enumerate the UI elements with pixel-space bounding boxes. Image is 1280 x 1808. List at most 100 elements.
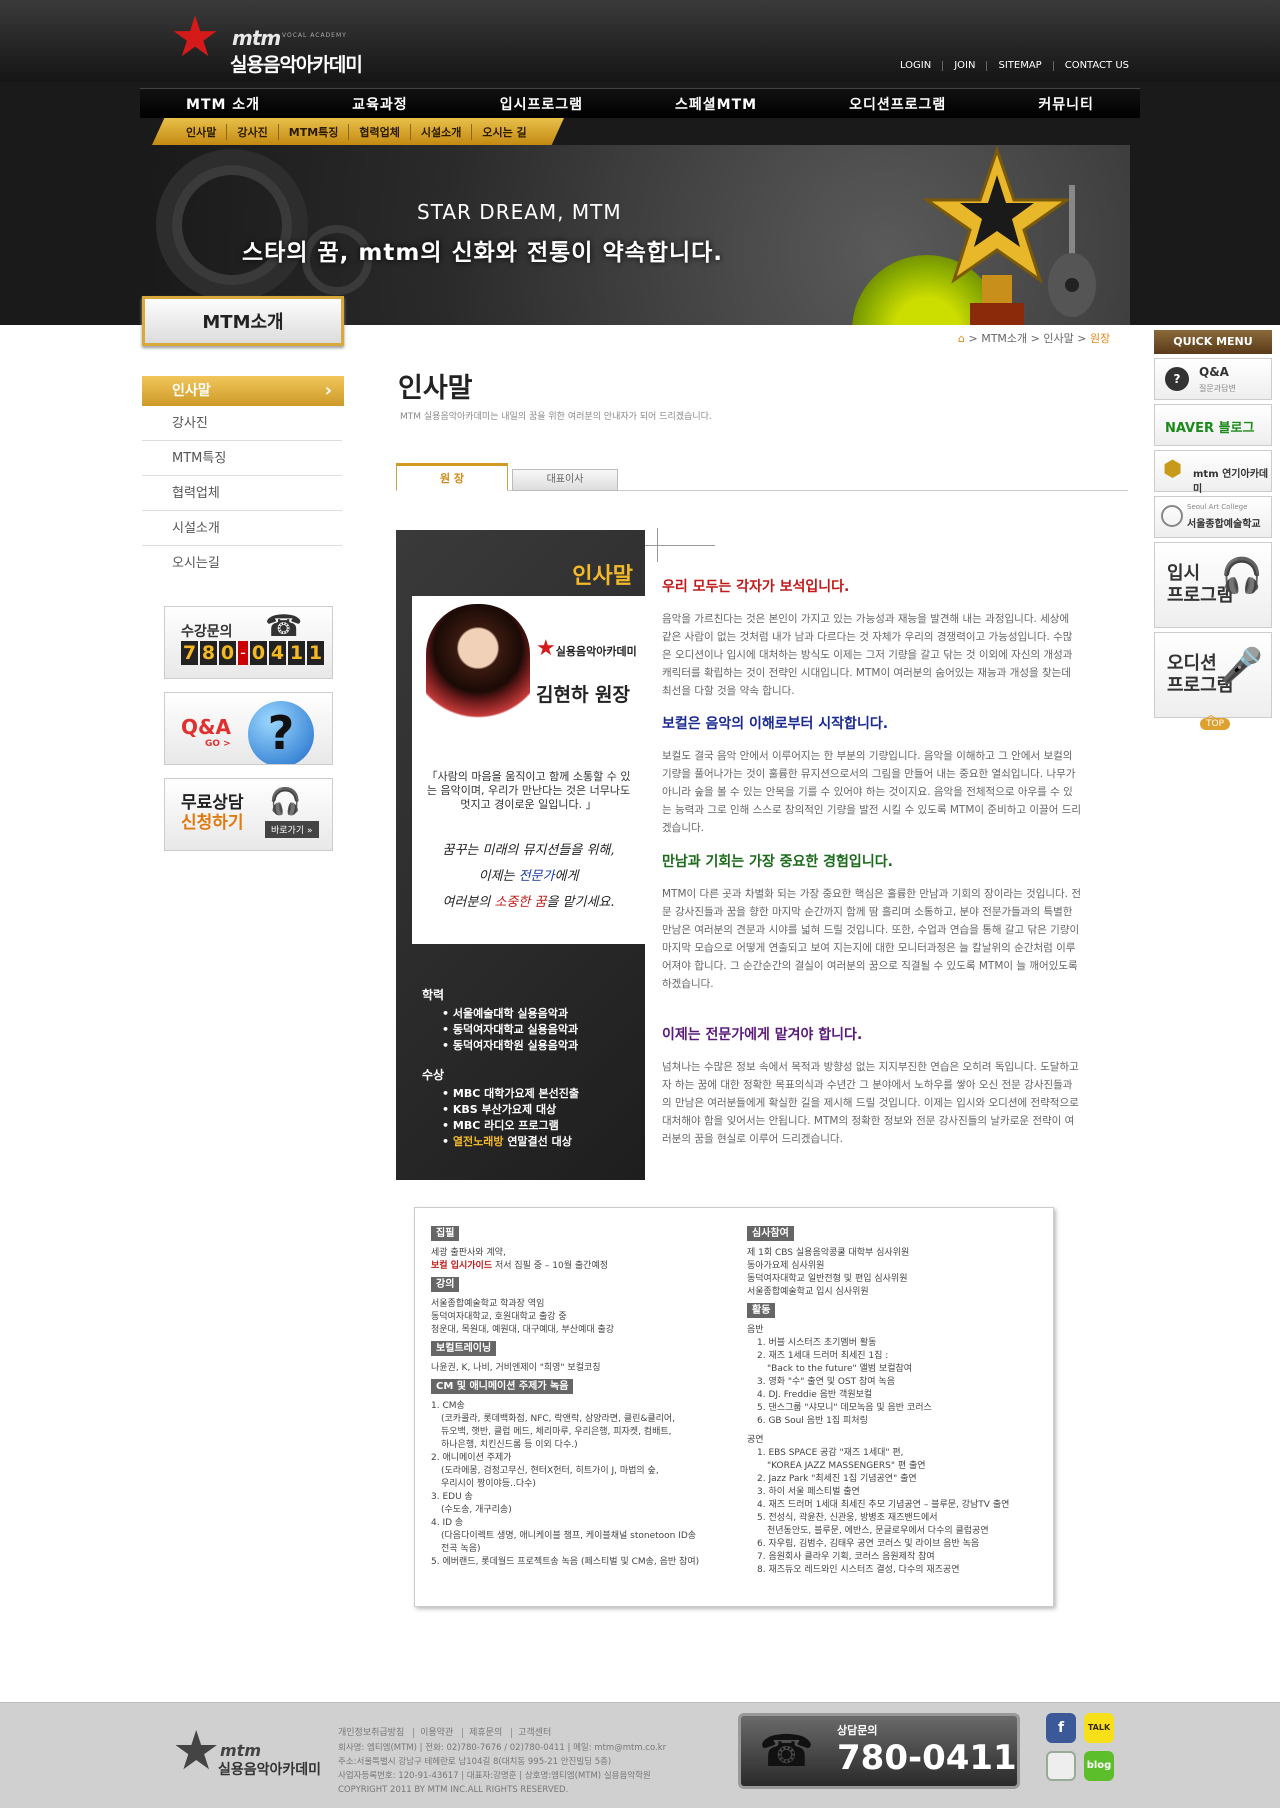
quick-qa-button[interactable]: ? Q&A 질문과답변: [1154, 358, 1272, 400]
director-name: 김현하 원장: [536, 684, 631, 706]
nav-audition[interactable]: 오디션프로그램: [849, 94, 946, 114]
qa-go: GO >: [205, 739, 231, 749]
partnership-link[interactable]: 제휴문의: [462, 1728, 509, 1738]
sidebar-item-features[interactable]: MTM특징: [142, 441, 342, 476]
breadcrumb-item[interactable]: 인사말: [1043, 332, 1073, 345]
sidebar-item-directions[interactable]: 오시는길: [142, 546, 342, 581]
nav-community[interactable]: 커뮤니티: [1038, 94, 1094, 114]
sidebar-item-greeting[interactable]: 인사말: [142, 376, 344, 406]
contact-box[interactable]: 수강문의 ☎ 7 8 0 - 0 4 1 1: [164, 606, 333, 679]
nav-curriculum[interactable]: 교육과정: [352, 94, 408, 114]
guitar-image: [1048, 185, 1096, 317]
question-icon: ?: [1165, 367, 1189, 391]
nav-mtm-intro[interactable]: MTM 소개: [186, 94, 260, 114]
card-logo: ★실용음악아카데미: [536, 636, 637, 661]
profile-panel: 인사말 ★실용음악아카데미 김현하 원장 「사람의 마음을 움직이고 함께 소통…: [396, 530, 645, 1180]
sidebar-item-instructors[interactable]: 강사진: [142, 406, 342, 441]
qa-box[interactable]: Q&A GO > ?: [164, 692, 333, 765]
history-label: 활동: [747, 1303, 776, 1318]
subnav-instructors[interactable]: 강사진: [226, 123, 277, 140]
awards-list: MBC 대학가요제 본선진출 KBS 부산가요제 대상 MBC 라디오 프로그램…: [442, 1086, 579, 1150]
terms-link[interactable]: 이용약관: [413, 1728, 460, 1738]
history-left-column: 집필 세광 출판사와 계약, 보컬 입시가이드 저서 집필 중 – 10월 출간…: [431, 1226, 700, 1567]
logo[interactable]: ★ mtm VOCAL ACADEMY 실용음악아카데미: [170, 8, 370, 78]
quick-naver-blog-button[interactable]: NAVER 블로그: [1154, 404, 1272, 446]
list-item: KBS 부산가요제 대상: [442, 1102, 579, 1118]
footer: ★ mtm 실용음악아카데미 개인정보취급방침 이용약관 제휴문의 고객센터 회…: [0, 1702, 1280, 1808]
tab-director[interactable]: 원 장: [396, 463, 508, 491]
support-link[interactable]: 고객센터: [511, 1728, 558, 1738]
home-icon[interactable]: ⌂: [958, 332, 965, 345]
question-mark-icon: ?: [248, 701, 314, 764]
list-item: 동덕여자대학교 실용음악과: [442, 1022, 578, 1038]
career-history-box: 집필 세광 출판사와 계약, 보컬 입시가이드 저서 집필 중 – 10월 출간…: [414, 1207, 1054, 1607]
nav-special[interactable]: 스페셜MTM: [675, 94, 757, 114]
contact-number: 7 8 0 - 0 4 1 1: [181, 641, 324, 665]
divider: [645, 545, 715, 546]
digit: 7: [181, 641, 198, 665]
quick-exam-program-button[interactable]: 입시 프로그램 🎧: [1154, 542, 1272, 628]
join-link[interactable]: JOIN: [942, 61, 986, 71]
page-description: MTM 실용음악아카데미는 내일의 꿈을 위한 여러분의 안내자가 되어 드리겠…: [400, 412, 712, 422]
digit: 1: [288, 641, 305, 665]
free-consult-go[interactable]: 바로가기 »: [265, 821, 319, 838]
tab-ceo[interactable]: 대표이사: [512, 469, 618, 491]
facebook-icon[interactable]: f: [1046, 1713, 1076, 1743]
digit: 1: [307, 641, 324, 665]
section-text: 넘쳐나는 수많은 정보 속에서 목적과 방향성 없는 지지부진한 연습은 오히려…: [662, 1061, 1079, 1145]
login-link[interactable]: LOGIN: [889, 61, 942, 71]
star-logo-icon: ★: [172, 1719, 221, 1782]
breadcrumb-item[interactable]: MTM소개: [981, 332, 1027, 345]
blog-icon[interactable]: blog: [1084, 1751, 1114, 1781]
free-consult-box[interactable]: 무료상담 신청하기 🎧 바로가기 »: [164, 778, 333, 851]
subnav-greeting[interactable]: 인사말: [176, 124, 226, 140]
sidebar-menu: 인사말 강사진 MTM특징 협력업체 시설소개 오시는길: [142, 376, 344, 581]
list-item: MBC 라디오 프로그램: [442, 1118, 579, 1134]
director-photo: [426, 604, 530, 730]
crest-icon: ⬢: [1163, 457, 1183, 482]
banner-slogan-kr: 스타의 꿈, mtm의 신화와 전통이 약속합니다.: [242, 240, 723, 266]
back-to-top-button[interactable]: TOP: [1200, 704, 1231, 730]
quick-menu: QUICK MENU ? Q&A 질문과답변 NAVER 블로그 ⬢ mtm 연…: [1154, 330, 1272, 718]
history-label: 심사참여: [747, 1226, 794, 1241]
logo-mtm: mtm: [232, 26, 281, 50]
subnav-facilities[interactable]: 시설소개: [409, 123, 471, 140]
privacy-link[interactable]: 개인정보취급방침: [338, 1728, 410, 1738]
history-label: CM 및 애니메이션 주제가 녹음: [431, 1379, 574, 1394]
tab-bar: 원 장 대표이사: [396, 463, 1128, 491]
quick-acting-academy-button[interactable]: ⬢ mtm 연기아카데미: [1154, 450, 1272, 495]
sidebar-item-facilities[interactable]: 시설소개: [142, 511, 342, 546]
seal-icon[interactable]: [1046, 1751, 1076, 1781]
history-label: 강의: [431, 1277, 460, 1292]
seal-icon: [1161, 505, 1183, 527]
section-3: 만남과 기회는 가장 중요한 경험입니다. MTM이 다른 곳과 차별화 되는 …: [662, 851, 1082, 993]
footer-logo[interactable]: ★ mtm 실용음악아카데미: [172, 1723, 332, 1793]
quick-menu-title: QUICK MENU: [1154, 330, 1272, 354]
sidebar-title: MTM소개: [142, 296, 344, 346]
quick-seoul-art-button[interactable]: Seoul Art College 서울종합예술학교: [1154, 496, 1272, 538]
footer-call-box[interactable]: ☎ 상담문의 780-0411: [738, 1713, 1020, 1789]
contact-link[interactable]: CONTACT US: [1052, 61, 1140, 71]
section-title: 우리 모두는 각자가 보석입니다.: [662, 579, 850, 595]
star-icon: ★: [536, 636, 556, 661]
footer-links: 개인정보취급방침 이용약관 제휴문의 고객센터: [338, 1725, 558, 1738]
digit: 8: [200, 641, 217, 665]
section-1: 우리 모두는 각자가 보석입니다. 음악을 가르친다는 것은 본인이 가지고 있…: [662, 576, 1082, 700]
company-info: 회사명: 엠티엠(MTM) | 전화: 02)780-7676 / 02)780…: [338, 1743, 667, 1795]
sitemap-link[interactable]: SITEMAP: [986, 61, 1052, 71]
subnav-features[interactable]: MTM특징: [277, 123, 349, 140]
breadcrumb-current: 원장: [1089, 332, 1111, 345]
subnav-partners[interactable]: 협력업체: [348, 123, 409, 140]
subnav-directions[interactable]: 오시는 길: [471, 123, 536, 140]
nav-exam-program[interactable]: 입시프로그램: [500, 94, 583, 114]
speaker-decoration: [172, 165, 292, 285]
sidebar-item-partners[interactable]: 협력업체: [142, 476, 342, 511]
list-item: 동덕여자대학원 실용음악과: [442, 1038, 578, 1054]
headphone-icon: 🎧: [1220, 556, 1263, 596]
section-text: 음악을 가르친다는 것은 본인이 가지고 있는 가능성과 재능을 발견해 내는 …: [662, 613, 1073, 697]
education-title: 학력: [422, 988, 445, 1002]
sub-nav: 인사말 강사진 MTM특징 협력업체 시설소개 오시는 길: [152, 118, 564, 145]
section-title: 만남과 기회는 가장 중요한 경험입니다.: [662, 854, 893, 870]
kakaotalk-icon[interactable]: TALK: [1084, 1713, 1114, 1743]
digit: 0: [219, 641, 236, 665]
